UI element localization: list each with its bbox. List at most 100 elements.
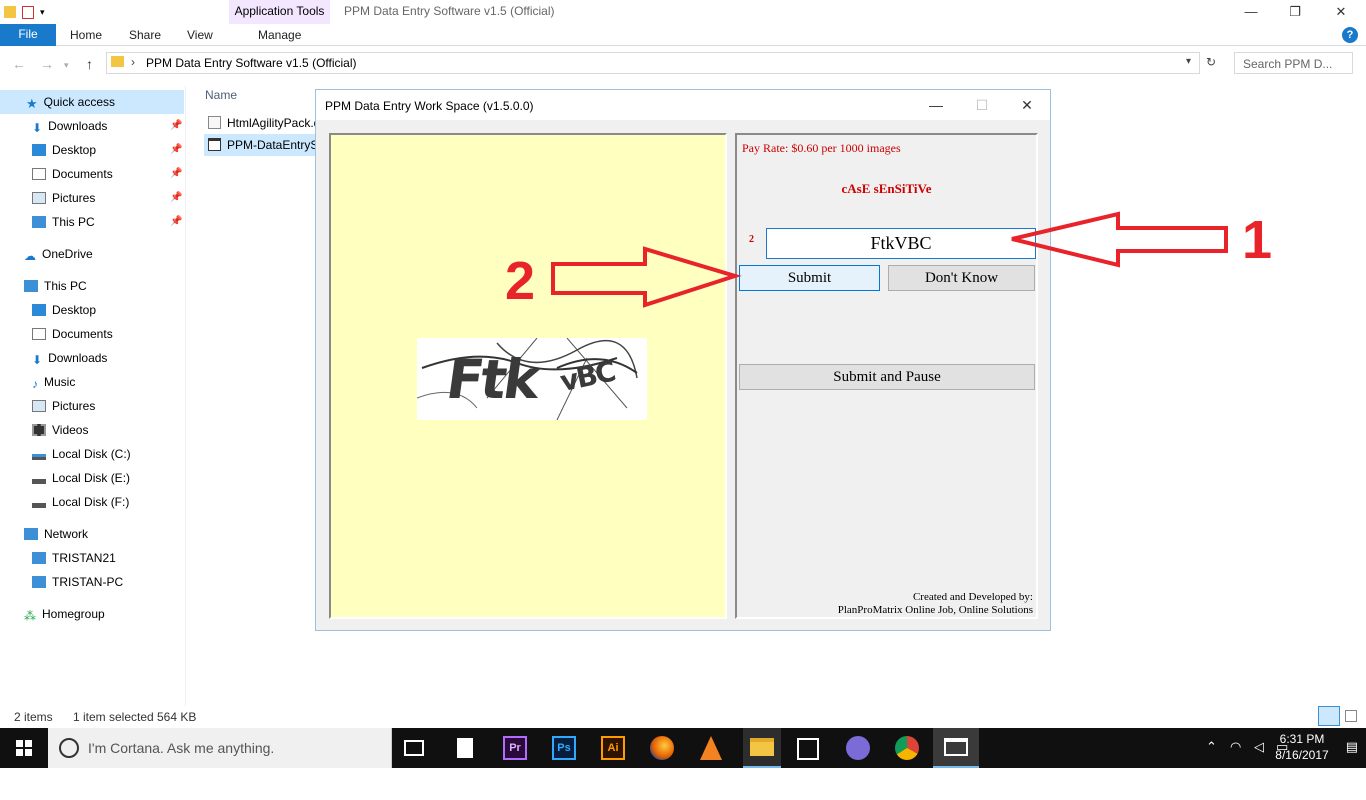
nav-pc-disk-f[interactable]: Local Disk (F:) [32, 490, 129, 514]
folder-icon[interactable] [4, 6, 16, 18]
documents-icon [32, 168, 46, 180]
star-icon: ★ [26, 96, 38, 111]
ppm-workspace-window: PPM Data Entry Work Space (v1.5.0.0) — ☐… [315, 89, 1051, 631]
clock-time[interactable]: 6:31 PM [1272, 732, 1332, 746]
explorer-titlebar: ▾ Application Tools PPM Data Entry Softw… [0, 0, 1366, 24]
premiere-icon[interactable]: Pr [503, 736, 527, 760]
nav-pc-disk-c[interactable]: Local Disk (C:) [32, 442, 131, 466]
wifi-icon[interactable]: ◠ [1230, 739, 1241, 755]
tab-home[interactable]: Home [70, 28, 102, 42]
nav-pc-desktop[interactable]: Desktop [32, 298, 96, 322]
submit-and-pause-button[interactable]: Submit and Pause [739, 364, 1035, 390]
column-header-name[interactable]: Name [205, 88, 237, 102]
task-view-icon[interactable] [404, 740, 424, 756]
large-icons-view-icon[interactable] [1345, 710, 1357, 722]
up-arrow-icon[interactable]: ↑ [86, 56, 93, 72]
close-button[interactable]: ✕ [1318, 2, 1364, 22]
tab-file[interactable]: File [0, 24, 56, 46]
application-tools-group-label: Application Tools [229, 0, 330, 24]
recent-dropdown-icon[interactable]: ▾ [64, 60, 69, 71]
breadcrumb-chevron-icon[interactable]: › [131, 55, 135, 69]
search-input[interactable]: Search PPM D... [1234, 52, 1353, 74]
nav-onedrive[interactable]: ☁ OneDrive [24, 242, 93, 266]
folder-icon [111, 56, 124, 67]
qat-dropdown-icon[interactable]: ▾ [40, 7, 45, 18]
nav-pc-disk-e[interactable]: Local Disk (E:) [32, 466, 130, 490]
nav-network-tristan-pc[interactable]: TRISTAN-PC [32, 570, 123, 594]
back-arrow-icon[interactable]: ← [12, 56, 26, 72]
nav-homegroup[interactable]: ⁂ Homegroup [24, 602, 105, 626]
nav-this-pc[interactable]: This PC [24, 274, 87, 298]
illustrator-icon[interactable]: Ai [601, 736, 625, 760]
ppm-app-taskbar-button[interactable] [933, 728, 979, 768]
file-explorer-taskbar-button[interactable] [743, 728, 781, 768]
nav-quick-access[interactable]: ★ Quick access [0, 90, 184, 114]
photoshop-icon[interactable]: Ps [552, 736, 576, 760]
cortana-search-box[interactable]: I'm Cortana. Ask me anything. [48, 728, 392, 768]
nav-network-tristan21[interactable]: TRISTAN21 [32, 546, 116, 570]
ppm-minimize-button[interactable]: — [916, 94, 956, 116]
store-icon[interactable] [797, 738, 819, 760]
volume-icon[interactable]: ◁ [1254, 739, 1264, 755]
nav-pc-downloads[interactable]: ⬇ Downloads [32, 346, 107, 370]
tab-manage[interactable]: Manage [258, 28, 301, 42]
captcha-answer-input[interactable] [766, 228, 1036, 259]
ppm-close-button[interactable]: ✕ [1007, 94, 1047, 116]
help-icon[interactable]: ? [1342, 27, 1358, 43]
nav-pc-videos[interactable]: Videos [32, 418, 88, 442]
properties-icon[interactable] [22, 5, 34, 19]
drive-icon [32, 454, 46, 460]
show-hidden-icons-icon[interactable]: ⌃ [1206, 739, 1217, 755]
forward-arrow-icon[interactable]: → [40, 56, 54, 72]
ppm-app-icon [944, 738, 968, 756]
nav-item-documents[interactable]: Documents [32, 162, 113, 186]
tab-share[interactable]: Share [129, 28, 161, 42]
nav-pc-pictures[interactable]: Pictures [32, 394, 95, 418]
downloads-icon: ⬇ [32, 353, 43, 367]
nav-network[interactable]: Network [24, 522, 88, 546]
documents-icon [32, 328, 46, 340]
windows-logo-icon [16, 740, 32, 756]
nav-item-desktop[interactable]: Desktop [32, 138, 96, 162]
pin-icon[interactable]: 📌 [170, 120, 182, 131]
bittorrent-icon[interactable] [846, 736, 870, 760]
pin-icon[interactable]: 📌 [170, 168, 182, 179]
credits: Created and Developed by: PlanProMatrix … [737, 591, 1033, 617]
start-button[interactable] [0, 728, 48, 768]
file-item-ppm-app[interactable]: PPM-DataEntrySoftware [204, 134, 316, 156]
chrome-icon[interactable] [895, 736, 919, 760]
application-icon [208, 138, 221, 151]
address-path[interactable]: PPM Data Entry Software v1.5 (Official) [146, 56, 357, 70]
clock-date[interactable]: 8/16/2017 [1272, 748, 1332, 762]
nav-pc-music[interactable]: ♪ Music [32, 370, 75, 394]
nav-pc-documents[interactable]: Documents [32, 322, 113, 346]
tab-view[interactable]: View [187, 28, 213, 42]
desktop-icon [32, 304, 46, 316]
pin-icon[interactable]: 📌 [170, 192, 182, 203]
screen-bottom-margin [0, 768, 1366, 800]
refresh-icon[interactable]: ↻ [1206, 55, 1216, 69]
credits-line-1: Created and Developed by: [912, 591, 1033, 603]
videos-icon [32, 424, 46, 436]
nav-item-pictures[interactable]: Pictures [32, 186, 95, 210]
notifications-icon[interactable]: ▤ [1346, 739, 1358, 755]
vlc-icon[interactable] [700, 736, 722, 760]
ppm-titlebar: PPM Data Entry Work Space (v1.5.0.0) — ☐… [316, 90, 1050, 120]
minimize-button[interactable]: — [1228, 2, 1274, 22]
captcha-main-text: Ftk [442, 348, 542, 411]
file-icon[interactable] [457, 738, 473, 758]
firefox-icon[interactable] [650, 736, 674, 760]
pin-icon[interactable]: 📌 [170, 216, 182, 227]
pay-rate-label: Pay Rate: $0.60 per 1000 images [742, 141, 901, 155]
file-item-htmlagilitypack[interactable]: HtmlAgilityPack.dll [204, 112, 316, 134]
nav-item-this-pc-quick[interactable]: This PC [32, 210, 95, 234]
status-item-count: 2 items [14, 710, 53, 724]
restore-button[interactable]: ❐ [1272, 2, 1318, 22]
submit-button[interactable]: Submit [739, 265, 880, 291]
nav-item-downloads[interactable]: ⬇ Downloads [32, 114, 107, 138]
ppm-maximize-button[interactable]: ☐ [962, 94, 1002, 116]
address-dropdown-icon[interactable]: ▾ [1186, 56, 1191, 67]
details-view-icon[interactable] [1318, 706, 1340, 726]
dont-know-button[interactable]: Don't Know [888, 265, 1035, 291]
pin-icon[interactable]: 📌 [170, 144, 182, 155]
